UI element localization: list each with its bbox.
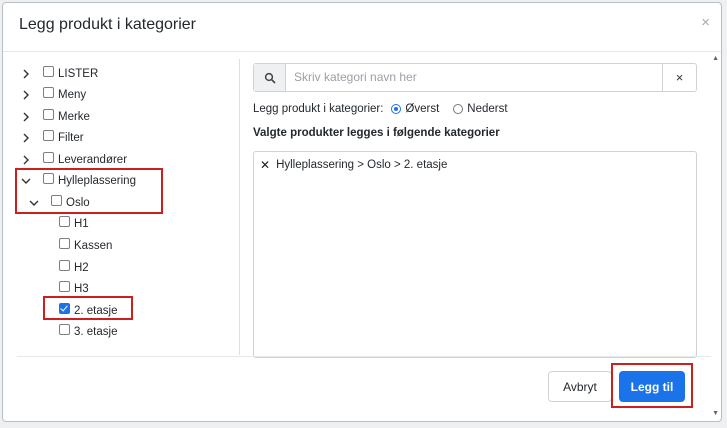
tree-item-leverandorer[interactable]: Leverandører xyxy=(21,151,127,169)
radio-bottom-label[interactable]: Nederst xyxy=(467,103,507,115)
selected-categories-list: ✕ Hylleplassering > Oslo > 2. etasje xyxy=(253,151,697,358)
placement-label: Legg produkt i kategorier: xyxy=(253,103,384,115)
chevron-right-icon[interactable] xyxy=(21,133,31,143)
tree-item-label: Kassen xyxy=(74,240,113,252)
checkbox[interactable] xyxy=(59,215,70,227)
modal-footer-divider xyxy=(17,356,711,357)
tree-item-label: Meny xyxy=(58,89,87,101)
add-to-category-modal: Legg produkt i kategorier × ▲ ▼ LISTER M… xyxy=(2,2,722,422)
scroll-down-icon[interactable]: ▼ xyxy=(712,410,719,417)
tree-item-merke[interactable]: Merke xyxy=(21,108,90,126)
checkbox[interactable] xyxy=(59,280,70,292)
close-icon[interactable]: × xyxy=(701,14,710,31)
scroll-up-icon[interactable]: ▲ xyxy=(712,55,719,62)
chevron-right-icon[interactable] xyxy=(21,155,31,165)
radio-top[interactable] xyxy=(391,104,402,114)
highlight-box-2-etasje xyxy=(43,296,133,320)
tree-item-meny[interactable]: Meny xyxy=(21,86,86,104)
selected-category-item: ✕ Hylleplassering > Oslo > 2. etasje xyxy=(260,158,447,172)
tree-item-label: Merke xyxy=(58,111,90,123)
checkbox[interactable] xyxy=(43,65,54,77)
tree-item-h1[interactable]: H1 xyxy=(59,215,89,233)
tree-item-label: Leverandører xyxy=(58,154,128,166)
checkbox[interactable] xyxy=(59,323,70,335)
tree-item-label: Filter xyxy=(58,132,84,144)
tree-item-label: LISTER xyxy=(58,68,99,80)
tree-item-lister[interactable]: LISTER xyxy=(21,65,98,83)
chevron-right-icon[interactable] xyxy=(21,112,31,122)
tree-item-3-etasje[interactable]: 3. etasje xyxy=(59,323,117,341)
tree-item-filter[interactable]: Filter xyxy=(21,129,84,147)
radio-bottom[interactable] xyxy=(453,104,464,114)
placement-row: Legg produkt i kategorier: Øverst Neders… xyxy=(253,103,508,115)
modal-header: Legg produkt i kategorier × xyxy=(3,3,721,52)
search-bar: × xyxy=(253,63,697,92)
highlight-box-hylleplassering xyxy=(15,168,163,214)
modal-title: Legg produkt i kategorier xyxy=(19,16,196,33)
search-icon xyxy=(264,72,276,84)
cancel-button[interactable]: Avbryt xyxy=(548,371,612,402)
tree-item-label: H2 xyxy=(74,262,89,274)
checkbox[interactable] xyxy=(43,151,54,163)
highlight-box-add-button xyxy=(611,363,693,408)
checkbox[interactable] xyxy=(59,237,70,249)
search-button[interactable] xyxy=(254,64,286,91)
tree-item-label: H1 xyxy=(74,218,89,230)
tree-item-label: 3. etasje xyxy=(74,326,118,338)
radio-top-label[interactable]: Øverst xyxy=(405,103,439,115)
checkbox[interactable] xyxy=(59,259,70,271)
checkbox[interactable] xyxy=(43,129,54,141)
tree-item-label: H3 xyxy=(74,283,89,295)
checkbox[interactable] xyxy=(43,108,54,120)
selected-heading: Valgte produkter legges i følgende kateg… xyxy=(253,127,500,139)
chevron-right-icon[interactable] xyxy=(21,90,31,100)
scrollbar[interactable] xyxy=(710,51,720,419)
clear-search-button[interactable]: × xyxy=(662,64,696,91)
tree-item-kassen[interactable]: Kassen xyxy=(59,237,112,255)
tree-item-h2[interactable]: H2 xyxy=(59,259,89,277)
checkbox[interactable] xyxy=(43,86,54,98)
chevron-right-icon[interactable] xyxy=(21,69,31,79)
remove-icon[interactable]: ✕ xyxy=(260,158,270,172)
selected-category-path: Hylleplassering > Oslo > 2. etasje xyxy=(276,159,448,171)
search-input[interactable] xyxy=(294,70,654,84)
